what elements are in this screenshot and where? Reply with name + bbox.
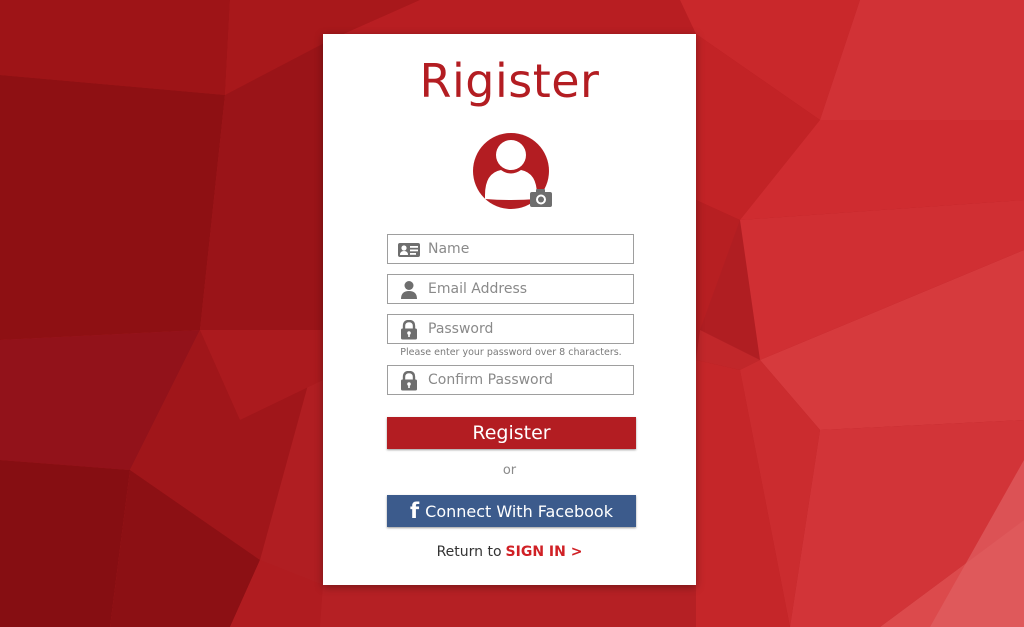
return-text: Return to [436,544,502,560]
email-input[interactable] [428,275,628,303]
lock-icon [398,319,420,340]
or-divider: or [502,463,517,478]
return-to-signin: Return to SIGN IN > [323,544,696,560]
facebook-icon: f [410,499,420,523]
confirm-password-field[interactable] [387,365,634,395]
email-field[interactable] [387,274,634,304]
signin-link[interactable]: SIGN IN > [506,544,583,560]
password-field[interactable] [387,314,634,344]
facebook-button-label: Connect With Facebook [425,502,613,521]
register-card: Rigister Name Email Address Please enter… [323,34,696,585]
facebook-connect-button[interactable]: f Connect With Facebook [387,495,636,527]
id-card-icon [398,240,420,260]
name-input[interactable] [428,235,628,263]
avatar-upload[interactable] [473,133,555,213]
register-button[interactable]: Register [387,417,636,449]
lock-icon [398,370,420,391]
name-field[interactable] [387,234,634,264]
password-hint: Please enter your password over 8 charac… [400,347,622,358]
password-input[interactable] [428,315,628,343]
confirm-password-input[interactable] [428,366,628,394]
user-icon [398,280,420,300]
camera-icon[interactable] [528,187,554,209]
page-title: Rigister [419,54,600,108]
